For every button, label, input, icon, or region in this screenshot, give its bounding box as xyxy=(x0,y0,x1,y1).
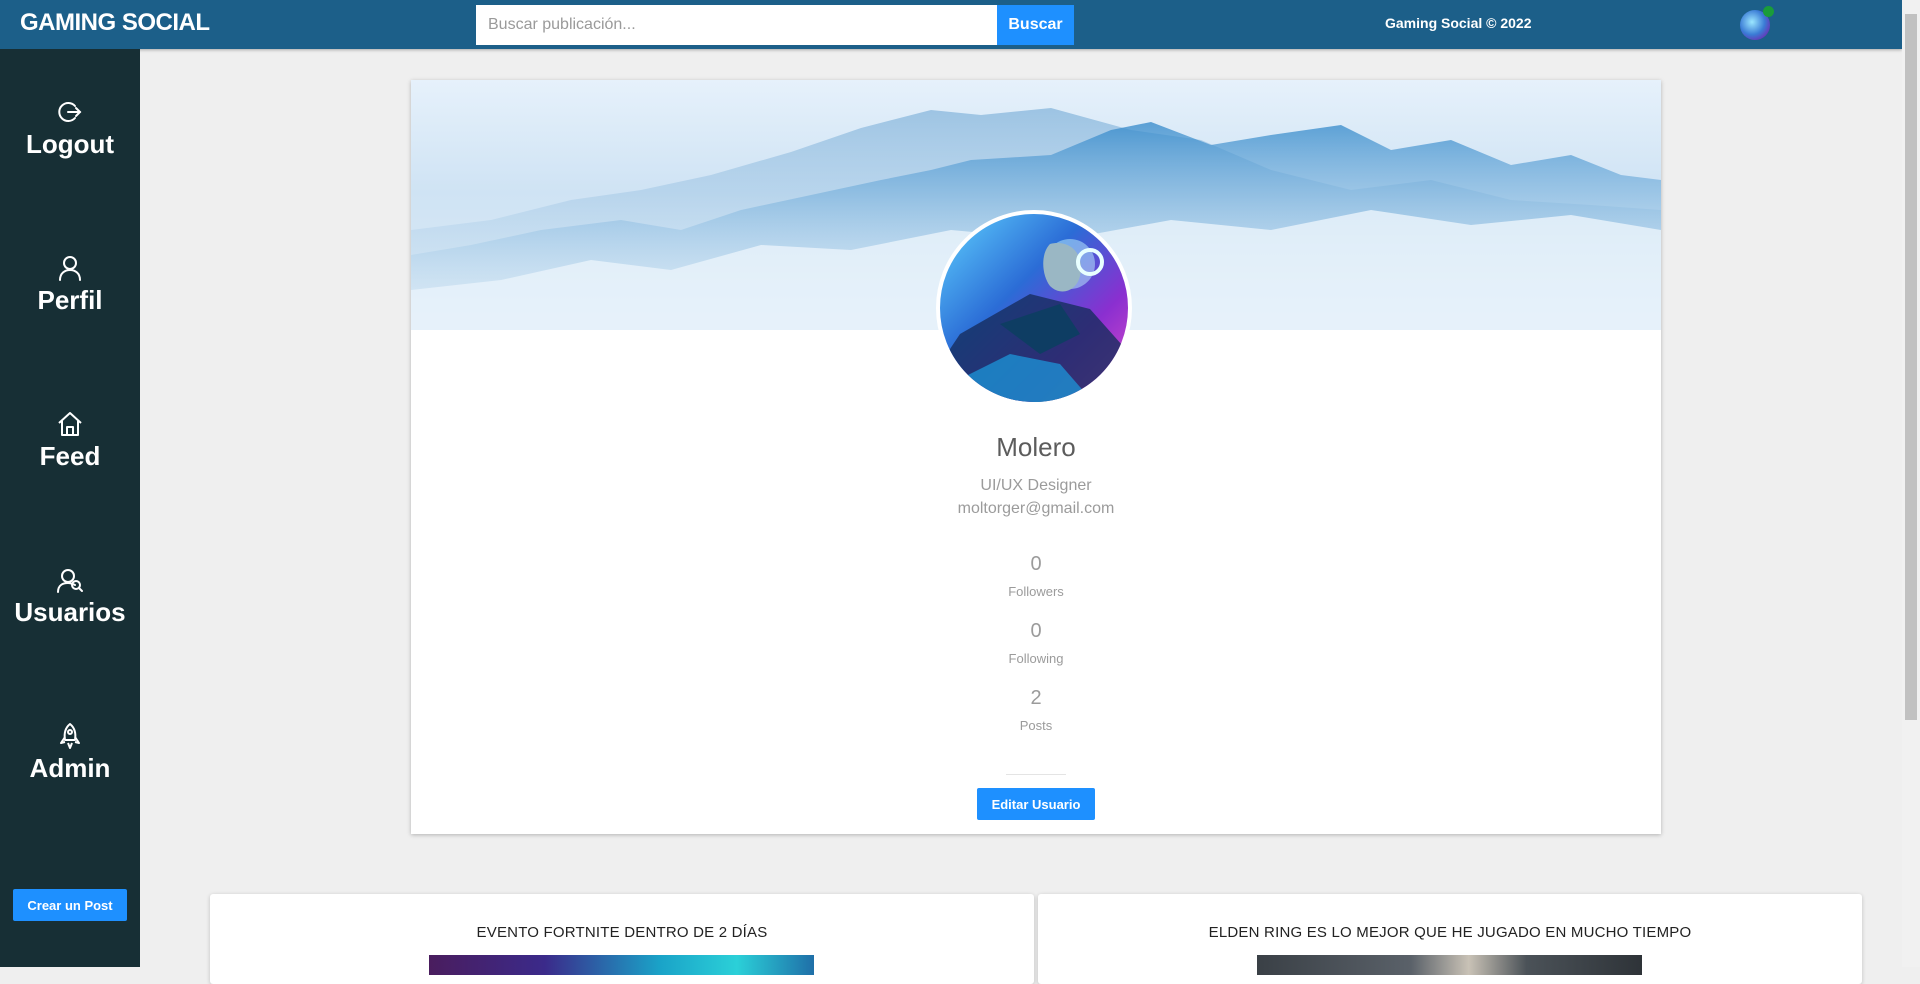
post-title: EVENTO FORTNITE DENTRO DE 2 DÍAS xyxy=(476,924,768,941)
sidebar-label-logout: Logout xyxy=(25,129,115,159)
top-navbar: GAMING SOCIAL Buscar Gaming Social © 202… xyxy=(0,0,1902,49)
posts-count: 2 xyxy=(1030,687,1042,709)
logout-icon xyxy=(58,102,82,122)
copyright-text: Gaming Social © 2022 xyxy=(1385,15,1532,31)
create-post-button[interactable]: Crear un Post xyxy=(13,889,127,921)
scrollbar-thumb[interactable] xyxy=(1905,14,1917,720)
avatar-artwork xyxy=(940,239,1128,402)
brand-logo[interactable]: GAMING SOCIAL xyxy=(20,9,210,37)
search-bar: Buscar xyxy=(476,5,1076,45)
profile-role: UI/UX Designer xyxy=(980,477,1092,494)
sidebar-label-feed: Feed xyxy=(39,441,101,471)
sidebar-item-usuarios[interactable]: Usuarios xyxy=(0,565,140,628)
users-icon xyxy=(57,569,83,593)
sidebar: Logout Perfil Feed Usuarios Admin Crear … xyxy=(0,49,140,967)
sidebar-label-usuarios: Usuarios xyxy=(14,597,126,627)
sidebar-item-admin[interactable]: Admin xyxy=(0,721,140,784)
followers-label: Followers xyxy=(1008,584,1064,599)
rocket-icon xyxy=(60,723,80,749)
sidebar-item-logout[interactable]: Logout xyxy=(0,97,140,160)
post-image[interactable] xyxy=(1257,955,1642,975)
post-card[interactable]: ELDEN RING ES LO MEJOR QUE HE JUGADO EN … xyxy=(1038,894,1862,984)
user-icon xyxy=(59,256,81,281)
sidebar-item-perfil[interactable]: Perfil xyxy=(0,253,140,316)
sidebar-label-admin: Admin xyxy=(29,753,111,783)
followers-count: 0 xyxy=(1030,553,1042,575)
following-count: 0 xyxy=(1030,620,1042,642)
online-status-dot xyxy=(1763,6,1774,17)
profile-email: moltorger@gmail.com xyxy=(957,500,1115,517)
sidebar-item-feed[interactable]: Feed xyxy=(0,409,140,472)
home-icon xyxy=(58,412,82,436)
posts-label: Posts xyxy=(1019,718,1053,733)
profile-card: Molero UI/UX Designer moltorger@gmail.co… xyxy=(411,80,1661,834)
profile-name: Molero xyxy=(996,432,1076,462)
sidebar-label-perfil: Perfil xyxy=(37,285,103,315)
post-image[interactable] xyxy=(429,955,814,975)
divider xyxy=(1006,774,1066,775)
search-button[interactable]: Buscar xyxy=(997,5,1074,45)
post-title: ELDEN RING ES LO MEJOR QUE HE JUGADO EN … xyxy=(1208,924,1692,941)
profile-avatar[interactable] xyxy=(936,210,1132,406)
edit-user-button[interactable]: Editar Usuario xyxy=(977,788,1095,820)
post-card[interactable]: EVENTO FORTNITE DENTRO DE 2 DÍAS xyxy=(210,894,1034,984)
following-label: Following xyxy=(1008,651,1064,666)
search-input[interactable] xyxy=(476,5,997,45)
